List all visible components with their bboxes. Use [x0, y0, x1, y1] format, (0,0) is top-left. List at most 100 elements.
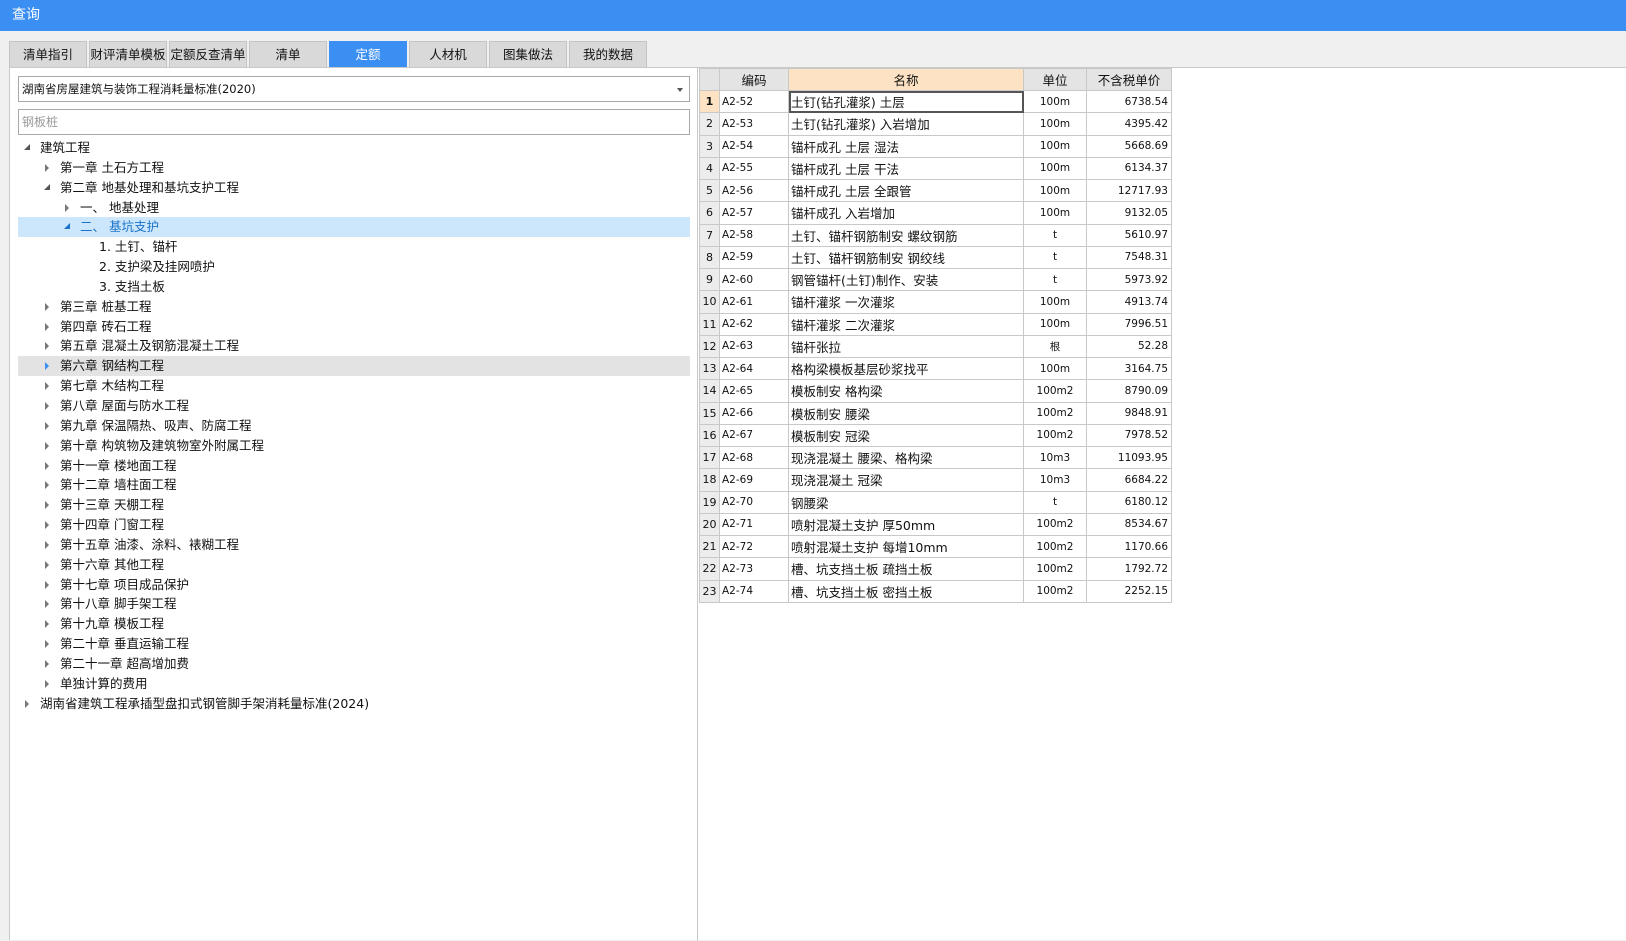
- collapse-arrow-icon[interactable]: [42, 336, 54, 356]
- tree-node[interactable]: 第三章 桩基工程: [18, 297, 690, 317]
- cell-code[interactable]: A2-63: [719, 334, 789, 359]
- cell-name[interactable]: 锚杆灌浆 一次灌浆: [788, 290, 1024, 314]
- cell-code[interactable]: A2-69: [719, 468, 789, 492]
- cell-unit[interactable]: 100m2: [1023, 401, 1087, 425]
- tab-0[interactable]: 清单指引: [9, 41, 87, 67]
- tree-node[interactable]: 第十九章 模板工程: [18, 614, 690, 634]
- cell-rn[interactable]: 6: [699, 201, 720, 225]
- tree-node[interactable]: 第七章 木结构工程: [18, 376, 690, 396]
- cell-unit[interactable]: 100m2: [1023, 557, 1087, 581]
- collapse-arrow-icon[interactable]: [42, 356, 54, 376]
- cell-name[interactable]: 格构梁模板基层砂浆找平: [788, 356, 1024, 381]
- cell-rn[interactable]: 19: [699, 490, 720, 514]
- table-row[interactable]: 8 A2-59 土钉、锚杆钢筋制安 钢绞线 t 7548.31: [699, 245, 1172, 270]
- cell-rn[interactable]: 23: [699, 579, 720, 603]
- cell-price[interactable]: 11093.95: [1086, 445, 1172, 470]
- cell-price[interactable]: 5973.92: [1086, 267, 1172, 292]
- tree-node[interactable]: 二、 基坑支护: [18, 217, 690, 238]
- cell-code[interactable]: A2-56: [719, 178, 789, 203]
- cell-price[interactable]: 4395.42: [1086, 112, 1172, 136]
- cell-price[interactable]: 8534.67: [1086, 512, 1172, 537]
- cell-name[interactable]: 喷射混凝土支护 每增10mm: [788, 534, 1024, 559]
- cell-rn[interactable]: 16: [699, 423, 720, 448]
- cell-unit[interactable]: 10m3: [1023, 445, 1087, 470]
- table-row[interactable]: 14 A2-65 模板制安 格构梁 100m2 8790.09: [699, 379, 1172, 403]
- tab-4[interactable]: 定额: [329, 41, 407, 67]
- cell-price[interactable]: 52.28: [1086, 334, 1172, 359]
- collapse-arrow-icon[interactable]: [62, 198, 74, 218]
- tree-node[interactable]: 第十七章 项目成品保护: [18, 575, 690, 595]
- cell-rn[interactable]: 22: [699, 557, 720, 581]
- cell-rn[interactable]: 9: [699, 267, 720, 292]
- cell-price[interactable]: 8790.09: [1086, 379, 1172, 403]
- cell-rn[interactable]: 5: [699, 178, 720, 203]
- cell-name[interactable]: 锚杆成孔 土层 全跟管: [788, 178, 1024, 203]
- cell-rn[interactable]: 4: [699, 156, 720, 181]
- collapse-arrow-icon[interactable]: [42, 376, 54, 396]
- tree-node[interactable]: 第十章 构筑物及建筑物室外附属工程: [18, 436, 690, 456]
- cell-code[interactable]: A2-68: [719, 445, 789, 470]
- tree-node[interactable]: 第五章 混凝土及钢筋混凝土工程: [18, 336, 690, 356]
- collapse-arrow-icon[interactable]: [42, 317, 54, 337]
- cell-code[interactable]: A2-55: [719, 156, 789, 181]
- cell-rn[interactable]: 14: [699, 379, 720, 403]
- tree-node[interactable]: 第十二章 墙柱面工程: [18, 475, 690, 495]
- tree-node[interactable]: 第六章 钢结构工程: [18, 356, 690, 377]
- cell-unit[interactable]: 100m: [1023, 201, 1087, 225]
- table-row[interactable]: 10 A2-61 锚杆灌浆 一次灌浆 100m 4913.74: [699, 290, 1172, 314]
- cell-price[interactable]: 7548.31: [1086, 245, 1172, 270]
- cell-rn[interactable]: 18: [699, 468, 720, 492]
- cell-price[interactable]: 2252.15: [1086, 579, 1172, 603]
- collapse-arrow-icon[interactable]: [42, 396, 54, 416]
- cell-code[interactable]: A2-66: [719, 401, 789, 425]
- collapse-arrow-icon[interactable]: [42, 436, 54, 456]
- collapse-arrow-icon[interactable]: [42, 594, 54, 614]
- cell-rn[interactable]: 11: [699, 312, 720, 336]
- cell-price[interactable]: 6180.12: [1086, 490, 1172, 514]
- cell-unit[interactable]: t: [1023, 223, 1087, 247]
- collapse-arrow-icon[interactable]: [42, 515, 54, 535]
- collapse-arrow-icon[interactable]: [42, 535, 54, 555]
- tree-node[interactable]: 第二十章 垂直运输工程: [18, 634, 690, 654]
- cell-price[interactable]: 9848.91: [1086, 401, 1172, 425]
- cell-name[interactable]: 锚杆张拉: [788, 334, 1024, 359]
- cell-unit[interactable]: 100m: [1023, 290, 1087, 314]
- table-row[interactable]: 23 A2-74 槽、坑支挡土板 密挡土板 100m2 2252.15: [699, 579, 1172, 603]
- collapse-arrow-icon[interactable]: [42, 158, 54, 178]
- tree-node[interactable]: 一、 地基处理: [18, 198, 690, 218]
- collapse-arrow-icon[interactable]: [42, 416, 54, 436]
- cell-unit[interactable]: t: [1023, 267, 1087, 292]
- cell-price[interactable]: 1170.66: [1086, 534, 1172, 559]
- tree-node[interactable]: 第九章 保温隔热、吸声、防腐工程: [18, 416, 690, 436]
- cell-rn[interactable]: 12: [699, 334, 720, 359]
- cell-price[interactable]: 5668.69: [1086, 134, 1172, 158]
- cell-unit[interactable]: 100m2: [1023, 534, 1087, 559]
- cell-name[interactable]: 模板制安 格构梁: [788, 379, 1024, 403]
- cell-price[interactable]: 6684.22: [1086, 468, 1172, 492]
- tree-node[interactable]: 第十五章 油漆、涂料、裱糊工程: [18, 535, 690, 555]
- cell-code[interactable]: A2-62: [719, 312, 789, 336]
- expand-arrow-icon[interactable]: [62, 217, 74, 237]
- cell-unit[interactable]: 100m2: [1023, 423, 1087, 448]
- tree-node[interactable]: 1. 土钉、锚杆: [18, 237, 690, 257]
- cell-code[interactable]: A2-60: [719, 267, 789, 292]
- table-row[interactable]: 3 A2-54 锚杆成孔 土层 湿法 100m 5668.69: [699, 134, 1172, 158]
- tree-node[interactable]: 2. 支护梁及挂网喷护: [18, 257, 690, 277]
- cell-rn[interactable]: 8: [699, 245, 720, 270]
- table-row[interactable]: 9 A2-60 钢管锚杆(土钉)制作、安装 t 5973.92: [699, 267, 1172, 292]
- cell-code[interactable]: A2-72: [719, 534, 789, 559]
- tree-node[interactable]: 第十一章 楼地面工程: [18, 456, 690, 476]
- cell-name[interactable]: 锚杆成孔 入岩增加: [788, 201, 1024, 225]
- cell-code[interactable]: A2-59: [719, 245, 789, 270]
- table-row[interactable]: 1 A2-52 土钉(钻孔灌浆) 土层 100m 6738.54: [699, 89, 1172, 114]
- cell-rn[interactable]: 20: [699, 512, 720, 537]
- tree-node[interactable]: 建筑工程: [18, 138, 690, 158]
- table-row[interactable]: 4 A2-55 锚杆成孔 土层 干法 100m 6134.37: [699, 156, 1172, 181]
- cell-rn[interactable]: 7: [699, 223, 720, 247]
- cell-code[interactable]: A2-52: [719, 89, 789, 114]
- table-row[interactable]: 18 A2-69 现浇混凝土 冠梁 10m3 6684.22: [699, 468, 1172, 492]
- cell-name[interactable]: 现浇混凝土 冠梁: [788, 468, 1024, 492]
- cell-unit[interactable]: 100m2: [1023, 379, 1087, 403]
- table-row[interactable]: 19 A2-70 钢腰梁 t 6180.12: [699, 490, 1172, 514]
- cell-name[interactable]: 土钉、锚杆钢筋制安 螺纹钢筋: [788, 223, 1024, 247]
